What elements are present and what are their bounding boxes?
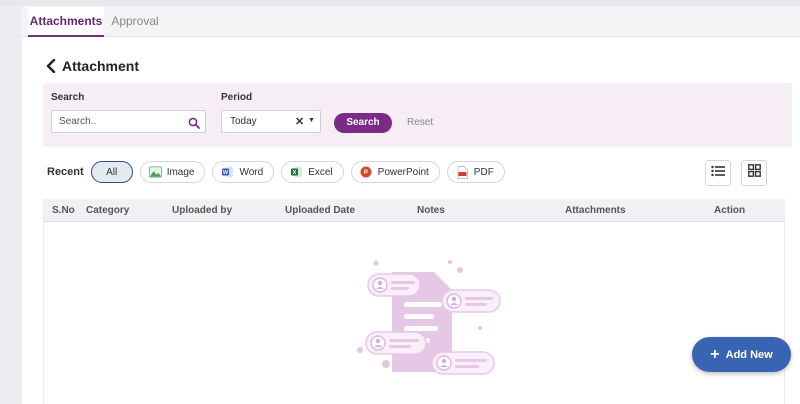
table-header: S.No Category Uploaded by Uploaded Date …: [43, 199, 785, 222]
plus-icon: +: [710, 345, 720, 363]
column-header: Uploaded Date: [285, 205, 356, 216]
clear-icon[interactable]: ✕: [295, 115, 304, 128]
chip-label: Excel: [308, 166, 333, 178]
image-icon: [148, 166, 162, 179]
search-label: Search: [51, 92, 85, 103]
recent-label: Recent: [47, 166, 84, 178]
list-view-icon: [711, 164, 725, 182]
grid-view-icon: [747, 164, 761, 182]
search-button[interactable]: Search: [334, 113, 392, 133]
list-view-button[interactable]: [705, 160, 731, 186]
filter-chip-word[interactable]: W Word: [212, 161, 275, 183]
chevron-down-icon[interactable]: ▼: [308, 117, 315, 124]
empty-state-illustration: [357, 260, 501, 375]
chevron-left-icon[interactable]: [42, 57, 60, 75]
filter-panel: Search Period Today ✕ ▼ Search Reset: [43, 83, 792, 147]
left-strip: [0, 6, 22, 404]
word-icon: W: [221, 166, 234, 179]
filter-chip-pdf[interactable]: PDF: [446, 161, 505, 183]
chip-label: Word: [239, 166, 264, 178]
column-header: Notes: [417, 205, 445, 216]
search-field: [51, 110, 206, 133]
filter-chip-excel[interactable]: X Excel: [281, 161, 344, 183]
period-select[interactable]: Today ✕ ▼: [221, 110, 321, 133]
tab-attachments[interactable]: Attachments: [28, 7, 104, 37]
title-row: Attachment: [42, 56, 139, 76]
chip-label: All: [106, 166, 118, 178]
page-container: Attachments Approval Attachment Search P…: [22, 6, 800, 404]
excel-icon: X: [290, 166, 303, 179]
powerpoint-icon: P: [360, 166, 373, 179]
search-icon[interactable]: [188, 116, 200, 129]
filter-chip-all[interactable]: All: [90, 161, 133, 183]
column-header: Attachments: [565, 205, 626, 216]
svg-text:P: P: [364, 170, 368, 176]
filter-chip-powerpoint[interactable]: P PowerPoint: [350, 161, 440, 183]
chip-label: PDF: [473, 166, 494, 178]
column-header: Category: [86, 205, 130, 216]
recent-filter-row: Recent All Image W Word X Excel P PowerP…: [47, 160, 512, 184]
add-new-label: Add New: [725, 348, 773, 361]
column-header: Action: [714, 205, 746, 216]
chip-label: PowerPoint: [377, 166, 429, 178]
filter-chip-image[interactable]: Image: [139, 161, 206, 183]
period-value: Today: [230, 116, 257, 127]
grid-view-button[interactable]: [741, 160, 767, 186]
column-header: Uploaded by: [172, 205, 233, 216]
search-input[interactable]: [52, 111, 182, 132]
pdf-icon: [456, 165, 469, 179]
add-new-button[interactable]: + Add New: [692, 337, 791, 372]
tab-bar: Attachments Approval: [22, 6, 800, 37]
reset-button[interactable]: Reset: [407, 113, 433, 133]
period-label: Period: [221, 92, 253, 103]
svg-text:W: W: [223, 170, 229, 176]
tab-approval[interactable]: Approval: [108, 7, 162, 37]
column-header: S.No: [52, 205, 75, 216]
chip-label: Image: [166, 166, 195, 178]
page-title: Attachment: [62, 58, 140, 74]
svg-text:X: X: [292, 170, 296, 176]
